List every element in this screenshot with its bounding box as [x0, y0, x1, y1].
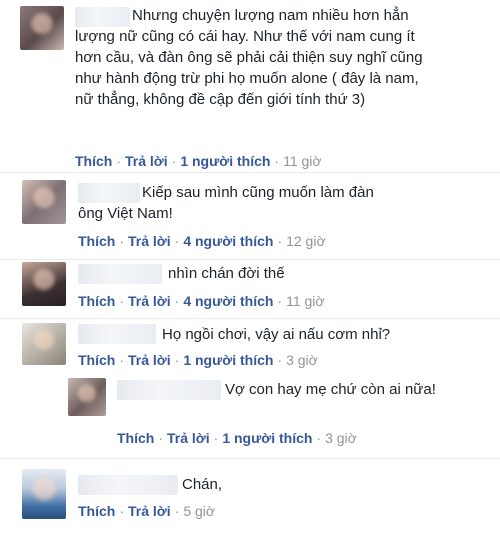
- like-link[interactable]: Thích: [78, 293, 115, 309]
- comment-actions: Thích · Trả lời · 1 người thích · 3 giờ: [78, 352, 318, 368]
- comment-time[interactable]: 11 giờ: [283, 153, 322, 169]
- reply-link[interactable]: Trả lời: [128, 352, 171, 368]
- comment-time[interactable]: 3 giờ: [286, 352, 318, 368]
- comment-time[interactable]: 11 giờ: [286, 293, 325, 309]
- commenter-avatar[interactable]: [68, 378, 106, 416]
- like-link[interactable]: Thích: [78, 352, 115, 368]
- comment-text: Vợ con hay mẹ chứ còn ai nữa!: [225, 381, 436, 398]
- comment-text: nhìn chán đời thế: [168, 265, 285, 282]
- likes-count-link[interactable]: 1 người thích: [183, 352, 273, 368]
- comment-actions: Thích · Trả lời · 4 người thích · 12 giờ: [78, 233, 326, 249]
- commenter-avatar[interactable]: [22, 323, 66, 365]
- comment-actions: Thích · Trả lời · 5 giờ: [78, 503, 216, 519]
- comment-text: Kiếp sau mình cũng muốn làm đàn ông Việt…: [78, 184, 374, 222]
- comment-text: Nhưng chuyện lượng nam nhiều hơn hẳn lượ…: [75, 7, 423, 108]
- comment-4: Họ ngồi chơi, vậy ai nấu cơm nhỉ? Thích ·…: [0, 319, 500, 375]
- reply-link[interactable]: Trả lời: [128, 293, 171, 309]
- like-link[interactable]: Thích: [78, 233, 115, 249]
- likes-count-link[interactable]: 1 người thích: [180, 153, 270, 169]
- commenter-avatar[interactable]: [22, 262, 66, 306]
- reply-link[interactable]: Trả lời: [128, 503, 171, 519]
- comment-time[interactable]: 3 giờ: [325, 430, 357, 446]
- comment-text: Chán,: [182, 476, 223, 493]
- like-link[interactable]: Thích: [117, 430, 154, 446]
- comment-actions: Thích · Trả lời · 4 người thích · 11 giờ: [78, 293, 325, 309]
- reply-link[interactable]: Trả lời: [128, 233, 171, 249]
- likes-count-link[interactable]: 4 người thích: [183, 293, 273, 309]
- comment-text: Họ ngồi chơi, vậy ai nấu cơm nhỉ?: [162, 326, 391, 343]
- commenter-name-redacted[interactable]: [78, 475, 178, 495]
- reply-link[interactable]: Trả lời: [125, 153, 168, 169]
- comment-actions: Thích · Trả lời · 1 người thích · 3 giờ: [117, 430, 357, 446]
- likes-count-link[interactable]: 1 người thích: [222, 430, 312, 446]
- commenter-name-redacted[interactable]: [78, 264, 162, 284]
- like-link[interactable]: Thích: [75, 153, 112, 169]
- commenter-avatar[interactable]: [22, 469, 66, 519]
- commenter-avatar[interactable]: [22, 180, 66, 224]
- commenter-avatar[interactable]: [20, 6, 64, 50]
- comment-time[interactable]: 5 giờ: [183, 503, 215, 519]
- likes-count-link[interactable]: 4 người thích: [183, 233, 273, 249]
- reply-1: Vợ con hay mẹ chứ còn ai nữa! Thích · Trả …: [0, 375, 500, 455]
- comment-time[interactable]: 12 giờ: [286, 233, 326, 249]
- like-link[interactable]: Thích: [78, 503, 115, 519]
- comment-actions: Thích · Trả lời · 1 người thích · 11 giờ: [75, 153, 322, 169]
- reply-link[interactable]: Trả lời: [167, 430, 210, 446]
- commenter-name-redacted[interactable]: [78, 324, 156, 344]
- comment-3: nhìn chán đời thế Thích · Trả lời · 4 người …: [0, 260, 500, 318]
- comment-6: Chán, Thích · Trả lời · 5 giờ: [0, 459, 500, 535]
- comment-1: Nhưng chuyện lượng nam nhiều hơn hẳn lượ…: [0, 0, 500, 172]
- comment-2: Kiếp sau mình cũng muốn làm đàn ông Việt…: [0, 173, 500, 259]
